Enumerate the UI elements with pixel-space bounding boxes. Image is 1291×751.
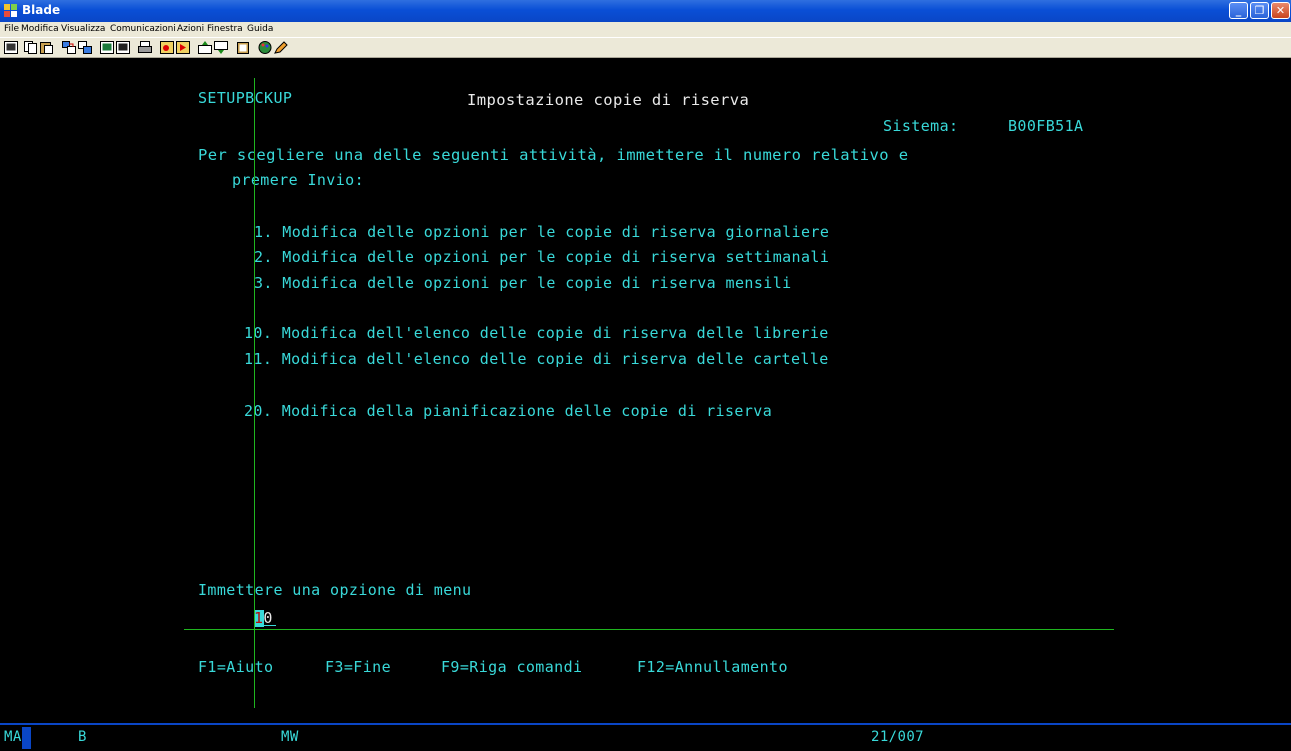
menu-file[interactable]: File — [4, 24, 19, 34]
status-cursor-position: 21/007 — [871, 729, 924, 745]
status-mode-box: MA — [0, 725, 38, 751]
menu-guida[interactable]: Guida — [247, 24, 273, 34]
close-icon: ✕ — [1275, 4, 1286, 17]
menu-option-10: 10. Modifica dell'elenco delle copie di … — [244, 324, 829, 342]
menu-option-1: 1. Modifica delle opzioni per le copie d… — [254, 223, 830, 241]
fkey-f12: F12=Annullamento — [637, 658, 788, 676]
menu-option-20: 20. Modifica della pianificazione delle … — [244, 402, 773, 420]
color-palette-icon[interactable] — [258, 41, 272, 54]
menu-azioni[interactable]: Azioni — [177, 24, 204, 34]
system-label: Sistema: — [883, 117, 959, 135]
crosshair-horizontal — [184, 629, 1114, 630]
menu-visualizza[interactable]: Visualizza — [61, 24, 105, 34]
copy-icon[interactable] — [24, 41, 38, 54]
transfer-up-icon[interactable] — [198, 41, 212, 54]
fkey-f3: F3=Fine — [325, 658, 392, 676]
menu-option-11: 11. Modifica dell'elenco delle copie di … — [244, 350, 829, 368]
menu-option-3: 3. Modifica delle opzioni per le copie d… — [254, 274, 792, 292]
minimize-button[interactable]: _ — [1229, 2, 1248, 19]
screen-title: Impostazione copie di riserva — [467, 91, 750, 109]
receive-icon[interactable] — [78, 41, 92, 54]
crosshair-vertical — [254, 78, 255, 708]
display-icon[interactable] — [100, 41, 114, 54]
program-name: SETUPBCKUP — [198, 89, 293, 107]
paste-icon[interactable] — [40, 41, 54, 54]
transfer-down-icon[interactable] — [214, 41, 228, 54]
system-value: B00FB51A — [1008, 117, 1084, 135]
toolbar — [0, 37, 1291, 58]
display2-icon[interactable] — [116, 41, 130, 54]
status-indicator-b: B — [78, 729, 87, 745]
clipboard-icon[interactable] — [236, 41, 250, 54]
close-button[interactable]: ✕ — [1271, 2, 1290, 19]
edit-icon[interactable] — [274, 41, 288, 54]
status-indicator-mw: MW — [281, 729, 299, 745]
instruction-line-1: Per scegliere una delle seguenti attivit… — [198, 146, 909, 164]
maximize-button[interactable]: ❐ — [1250, 2, 1269, 19]
terminal-screen[interactable]: SETUPBCKUP Impostazione copie di riserva… — [0, 58, 1291, 723]
print-icon[interactable] — [138, 41, 152, 54]
instruction-line-2: premere Invio: — [232, 171, 365, 189]
fkey-f1: F1=Aiuto — [198, 658, 274, 676]
fkey-f9: F9=Riga comandi — [441, 658, 583, 676]
option-prompt: Immettere una opzione di menu — [198, 581, 472, 599]
window-titlebar: Blade _ ❐ ✕ — [0, 0, 1291, 22]
status-mode: MA — [4, 729, 22, 745]
input-underline — [254, 625, 276, 626]
maximize-icon: ❐ — [1254, 4, 1265, 17]
minimize-icon: _ — [1235, 4, 1242, 17]
status-cursor — [22, 727, 31, 749]
send-icon[interactable] — [62, 41, 76, 54]
menu-option-2: 2. Modifica delle opzioni per le copie d… — [254, 248, 830, 266]
app-icon — [4, 4, 17, 17]
menu-comunicazioni[interactable]: Comunicazioni — [110, 24, 176, 34]
window-title: Blade — [22, 3, 61, 17]
menu-modifica[interactable]: Modifica — [21, 24, 59, 34]
macro-play-icon[interactable] — [176, 41, 190, 54]
menu-bar: File Modifica Visualizza Comunicazioni A… — [0, 22, 1291, 37]
status-bar: MA B MW 21/007 — [0, 723, 1291, 751]
menu-finestra[interactable]: Finestra — [207, 24, 243, 34]
screen-icon[interactable] — [4, 41, 18, 54]
macro-record-icon[interactable] — [160, 41, 174, 54]
